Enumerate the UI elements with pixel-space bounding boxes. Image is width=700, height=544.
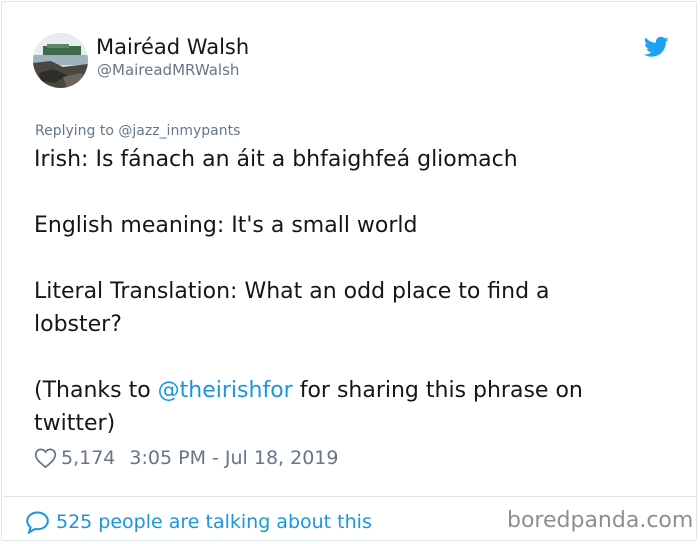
tweet-line-thanks: (Thanks to @theirishfor for sharing this… [34,374,644,440]
replying-to-line: Replying to @jazz_inmypants [35,123,240,139]
tweet-line-literal: Literal Translation: What an odd place t… [34,279,550,337]
tweet-timestamp[interactable]: 3:05 PM - Jul 18, 2019 [129,447,338,469]
author-handle[interactable]: @MaireadMRWalsh [97,61,239,79]
tweet-line-irish: Irish: Is fánach an áit a bhfaighfeá gli… [34,147,518,172]
heart-icon[interactable] [34,447,57,469]
avatar-photo [33,33,88,88]
thanks-prefix: (Thanks to [34,378,158,403]
replying-to-label: Replying to [35,123,119,139]
tweet-text: Irish: Is fánach an áit a bhfaighfeá gli… [34,143,644,440]
like-count: 5,174 [61,447,116,469]
avatar[interactable] [33,33,88,88]
boredpanda-watermark: boredpanda.com [507,508,694,533]
speech-bubble-icon [26,511,49,534]
tweet-line-english: English meaning: It's a small world [34,213,418,238]
author-name[interactable]: Mairéad Walsh [96,35,249,59]
tweet-meta: 5,174 3:05 PM - Jul 18, 2019 [34,444,338,472]
replying-to-handle-link[interactable]: @jazz_inmypants [118,123,240,139]
divider [3,496,697,497]
people-talking-link[interactable]: 525 people are talking about this [25,508,372,536]
mention-theirishfor-link[interactable]: @theirishfor [158,378,293,403]
tweet-card: Mairéad Walsh @MaireadMRWalsh Replying t… [1,1,697,541]
twitter-bird-icon[interactable] [644,36,669,58]
people-talking-label: 525 people are talking about this [56,511,372,533]
